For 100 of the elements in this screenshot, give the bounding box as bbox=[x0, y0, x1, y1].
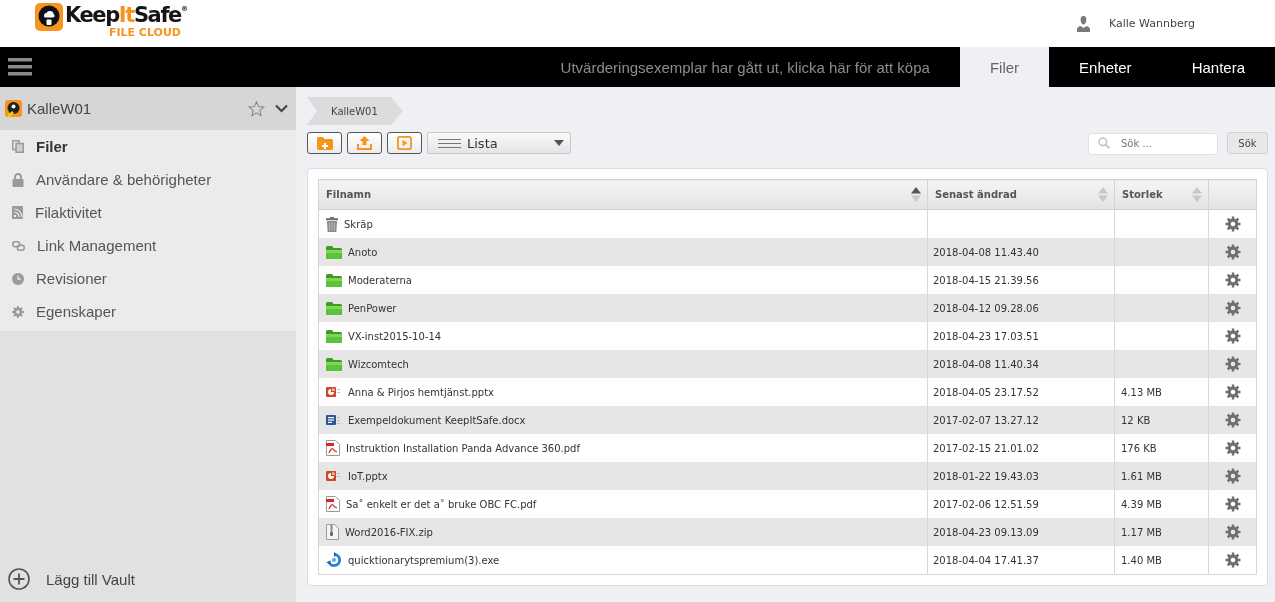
modified-date: 2018-01-22 19.43.03 bbox=[933, 470, 1039, 482]
gear-icon[interactable] bbox=[1224, 244, 1241, 260]
star-icon[interactable] bbox=[248, 100, 265, 117]
feed-document-icon bbox=[12, 206, 23, 219]
file-name: PenPower bbox=[348, 302, 397, 314]
copy-icon bbox=[12, 140, 24, 153]
pdf-file-icon bbox=[326, 496, 340, 512]
modified-date: 2018-04-04 17.41.37 bbox=[933, 554, 1039, 566]
modified-date: 2018-04-23 17.03.51 bbox=[933, 330, 1039, 342]
vault-header[interactable]: KalleW01 bbox=[0, 87, 296, 130]
search-field[interactable]: Sök ... bbox=[1088, 132, 1218, 155]
gear-icon[interactable] bbox=[1224, 468, 1241, 484]
folder-icon bbox=[326, 273, 342, 287]
modified-date: 2018-04-05 23.17.52 bbox=[933, 386, 1039, 398]
modified-date: 2018-04-08 11.43.40 bbox=[933, 246, 1039, 258]
breadcrumb-item[interactable]: KalleW01 bbox=[307, 97, 403, 125]
gear-icon[interactable] bbox=[1224, 524, 1241, 540]
upload-button[interactable] bbox=[347, 132, 382, 154]
view-dropdown[interactable]: Lista bbox=[427, 132, 571, 154]
play-icon bbox=[397, 136, 412, 150]
gear-icon[interactable] bbox=[1224, 300, 1241, 316]
file-name: Instruktion Installation Panda Advance 360.pdf bbox=[346, 442, 580, 454]
clock-icon bbox=[12, 272, 24, 285]
search-button[interactable]: Sök bbox=[1227, 132, 1268, 154]
folder-icon bbox=[326, 301, 342, 315]
trial-notice-link[interactable]: Utvärderingsexemplar har gått ut, klicka här för att köpa bbox=[560, 58, 930, 76]
plus-circle-icon bbox=[8, 568, 30, 590]
add-vault-button[interactable]: Lägg till Vault bbox=[0, 561, 139, 597]
logo-wordmark: KeepItSafe$^{®}$ bbox=[65, 3, 188, 27]
file-name: Anna & Pirjos hemtjänst.pptx bbox=[348, 386, 495, 398]
sidebar-item[interactable]: Egenskaper bbox=[0, 295, 296, 328]
nav-tab[interactable]: Enheter bbox=[1049, 47, 1162, 87]
modified-date: 2018-04-08 11.40.34 bbox=[933, 358, 1039, 370]
gear-icon[interactable] bbox=[1224, 272, 1241, 288]
modified-date: 2017-02-07 13.27.12 bbox=[933, 414, 1039, 426]
file-name: Skräp bbox=[344, 218, 373, 230]
vault-name: KalleW01 bbox=[27, 100, 93, 117]
presentation-file-icon bbox=[326, 468, 342, 484]
pdf-file-icon bbox=[326, 440, 340, 456]
nav-tab[interactable]: Hantera bbox=[1161, 47, 1275, 87]
file-name: VX-inst2015-10-14 bbox=[348, 330, 442, 342]
sort-arrows-icon[interactable] bbox=[911, 187, 921, 202]
sidebar-item[interactable]: Revisioner bbox=[0, 262, 296, 295]
logo-tagline: FILE CLOUD bbox=[108, 27, 181, 39]
menu-icon[interactable] bbox=[8, 58, 32, 76]
folder-icon bbox=[326, 357, 342, 371]
zip-file-icon bbox=[326, 524, 339, 540]
file-size: 4.13 MB bbox=[1121, 386, 1162, 398]
circular-arrows-icon bbox=[326, 552, 342, 568]
gear-icon[interactable] bbox=[1224, 440, 1241, 456]
sidebar-item[interactable]: Filaktivitet bbox=[0, 196, 296, 229]
gear-icon bbox=[12, 305, 24, 318]
file-name: Word2016-FIX.zip bbox=[345, 526, 433, 538]
presentation-file-icon bbox=[326, 384, 342, 400]
file-size: 1.17 MB bbox=[1121, 526, 1162, 538]
sidebar-item[interactable]: Användare & behörigheter bbox=[0, 163, 296, 196]
link-icon bbox=[12, 240, 25, 251]
vault-icon bbox=[5, 100, 22, 117]
user-name[interactable]: Kalle Wannberg bbox=[1108, 17, 1195, 30]
file-name: Anoto bbox=[348, 246, 378, 258]
file-size: 12 KB bbox=[1121, 414, 1151, 426]
folder-plus-icon bbox=[316, 136, 333, 150]
file-size: 1.61 MB bbox=[1121, 470, 1162, 482]
sidebar-item[interactable]: Filer bbox=[0, 130, 296, 163]
caret-down-icon bbox=[554, 140, 564, 146]
gear-icon[interactable] bbox=[1224, 216, 1241, 232]
modified-date: 2017-02-15 21.01.02 bbox=[933, 442, 1039, 454]
play-button[interactable] bbox=[387, 132, 422, 154]
modified-date: 2017-02-06 12.51.59 bbox=[933, 498, 1039, 510]
folder-icon bbox=[326, 329, 342, 343]
gear-icon[interactable] bbox=[1224, 328, 1241, 344]
file-name: IoT.pptx bbox=[348, 470, 388, 482]
file-size: 176 KB bbox=[1121, 442, 1157, 454]
file-row[interactable]: quicktionarytspremium(3).exe 2018-04-04 17.41.37 1.40 MB bbox=[318, 546, 1257, 575]
nav-tab[interactable]: Filer bbox=[959, 47, 1050, 87]
search-icon bbox=[1098, 137, 1110, 149]
gear-icon[interactable] bbox=[1224, 384, 1241, 400]
modified-date: 2018-04-12 09.28.06 bbox=[933, 302, 1039, 314]
modified-date: 2018-04-15 21.39.56 bbox=[933, 274, 1039, 286]
file-name: Exempeldokument KeepItSafe.docx bbox=[348, 414, 526, 426]
file-name: Wizcomtech bbox=[348, 358, 409, 370]
gear-icon[interactable] bbox=[1224, 496, 1241, 512]
upload-icon bbox=[357, 136, 372, 150]
file-name: Sa˚ enkelt er det a˚ bruke OBC FC.pdf bbox=[346, 498, 537, 510]
gear-icon[interactable] bbox=[1224, 356, 1241, 372]
gear-icon[interactable] bbox=[1224, 552, 1241, 568]
file-name: quicktionarytspremium(3).exe bbox=[348, 554, 500, 566]
chevron-down-icon[interactable] bbox=[275, 104, 288, 113]
folder-icon bbox=[326, 245, 342, 259]
modified-date: 2018-04-23 09.13.09 bbox=[933, 526, 1039, 538]
trash-icon bbox=[326, 216, 338, 232]
sidebar-item[interactable]: Link Management bbox=[0, 229, 296, 262]
file-size: 4.39 MB bbox=[1121, 498, 1162, 510]
lock-icon bbox=[12, 172, 24, 187]
file-name: Moderaterna bbox=[348, 274, 412, 286]
new-folder-button[interactable] bbox=[307, 132, 342, 154]
user-icon bbox=[1076, 15, 1090, 32]
gear-icon[interactable] bbox=[1224, 412, 1241, 428]
list-icon bbox=[438, 138, 461, 148]
logo-icon bbox=[35, 3, 63, 31]
